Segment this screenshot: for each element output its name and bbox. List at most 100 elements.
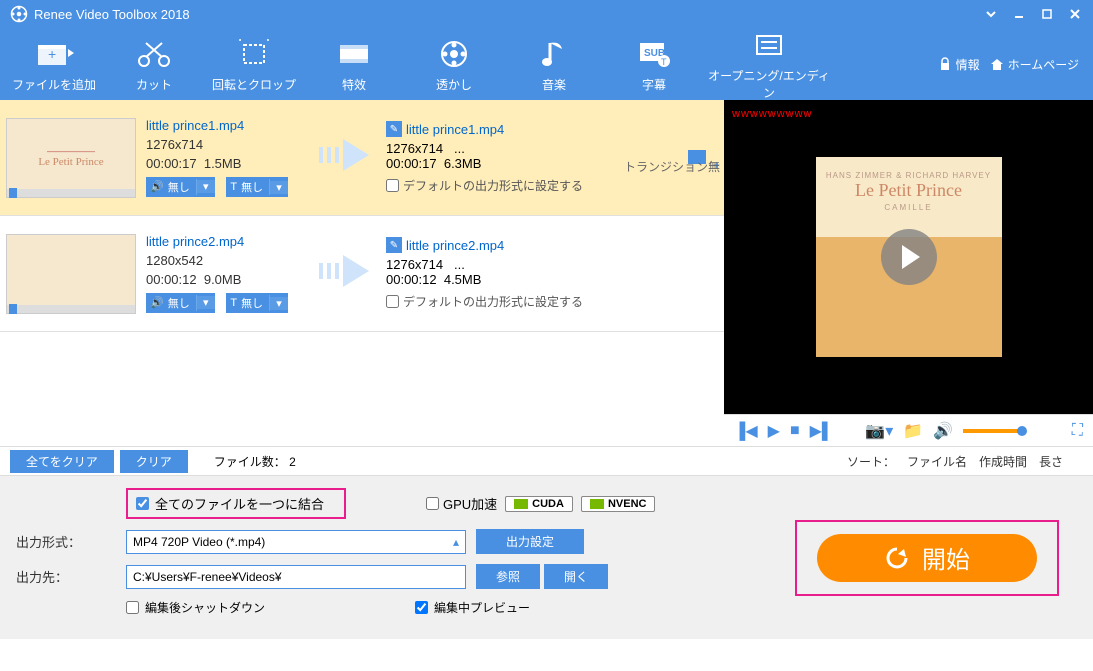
- sort-by-name[interactable]: ファイル名: [907, 453, 967, 470]
- home-icon: [990, 57, 1004, 71]
- combine-checkbox[interactable]: 全てのファイルを一つに結合: [126, 488, 346, 519]
- fullscreen-button[interactable]: ⛶: [1072, 422, 1083, 440]
- preview-overlay-text: wwwwwwwww: [732, 108, 813, 120]
- effects-button[interactable]: 特效: [304, 36, 404, 93]
- subtitle-icon: SUBT: [604, 36, 704, 72]
- format-label: 出力形式：: [16, 532, 126, 551]
- music-button[interactable]: 音楽: [504, 36, 604, 93]
- toolbar-label: 音楽: [504, 76, 604, 93]
- play-button[interactable]: ▶: [768, 421, 780, 441]
- edit-icon[interactable]: ✎: [386, 121, 402, 137]
- thumbnail: [6, 234, 136, 314]
- file-row[interactable]: little prince2.mp4 1280x542 00:00:12 9.0…: [0, 216, 724, 332]
- file-list: ―――――― Le Petit Prince little prince1.mp…: [0, 100, 724, 446]
- snapshot-button[interactable]: 📷▾: [865, 421, 893, 441]
- trim-slider[interactable]: [7, 305, 135, 313]
- prev-button[interactable]: ▐◀: [734, 421, 758, 441]
- bottom-panel: 全てのファイルを一つに結合 GPU加速 CUDA NVENC 出力形式： MP4…: [0, 476, 1093, 639]
- start-highlight: 開始: [795, 520, 1059, 596]
- app-title: Renee Video Toolbox 2018: [34, 7, 977, 22]
- homepage-link[interactable]: ホームページ: [990, 56, 1079, 73]
- file-name: little prince2.mp4: [146, 234, 326, 249]
- next-button[interactable]: ▶▌: [810, 421, 834, 441]
- cut-button[interactable]: カット: [104, 36, 204, 93]
- svg-text:+: +: [48, 46, 56, 62]
- close-button[interactable]: [1061, 4, 1089, 24]
- reel-icon: [404, 36, 504, 72]
- output-settings-button[interactable]: 出力設定: [476, 529, 584, 554]
- titlebar: Renee Video Toolbox 2018: [0, 0, 1093, 28]
- volume-icon[interactable]: 🔊: [933, 421, 953, 441]
- lock-icon: [938, 57, 952, 71]
- audio-dropdown[interactable]: 🔊 無し▾: [146, 293, 215, 313]
- open-folder-button[interactable]: 📁: [903, 421, 923, 441]
- output-name: little prince1.mp4: [406, 122, 504, 137]
- toolbar-label: 透かし: [404, 76, 504, 93]
- start-button[interactable]: 開始: [817, 534, 1037, 582]
- dropdown-button[interactable]: [977, 4, 1005, 24]
- add-file-button[interactable]: + ファイルを追加: [4, 36, 104, 93]
- file-resolution: 1280x542: [146, 253, 326, 268]
- trim-slider[interactable]: [7, 189, 135, 197]
- file-count: 2: [289, 455, 296, 469]
- crop-icon: [204, 36, 304, 72]
- edit-icon[interactable]: ✎: [386, 237, 402, 253]
- refresh-icon: [884, 545, 910, 571]
- arrow-icon: [326, 139, 386, 176]
- file-resolution: 1276x714: [146, 137, 326, 152]
- file-name: little prince1.mp4: [146, 118, 326, 133]
- dest-input[interactable]: C:¥Users¥F-renee¥Videos¥: [126, 565, 466, 589]
- app-logo-icon: [10, 5, 28, 23]
- svg-text:T: T: [661, 57, 667, 67]
- add-file-icon: +: [4, 36, 104, 72]
- main-toolbar: + ファイルを追加 カット 回転とクロップ 特效 透かし 音楽 SUBT 字幕 …: [0, 28, 1093, 100]
- audio-dropdown[interactable]: 🔊 無し▾: [146, 177, 215, 197]
- preview-panel: wwwwwwwww HANS ZIMMER & RICHARD HARVEY L…: [724, 100, 1093, 414]
- clear-button[interactable]: クリア: [120, 450, 188, 473]
- sort-by-length[interactable]: 長さ: [1039, 453, 1063, 470]
- music-note-icon: [504, 36, 604, 72]
- preview-image: HANS ZIMMER & RICHARD HARVEY Le Petit Pr…: [816, 157, 1002, 357]
- shutdown-checkbox[interactable]: 編集後シャットダウン: [126, 599, 265, 616]
- text-dropdown[interactable]: T 無し▾: [226, 293, 288, 313]
- toolbar-label: 特效: [304, 76, 404, 93]
- scissors-icon: [104, 36, 204, 72]
- nvenc-badge: NVENC: [581, 496, 656, 512]
- list-icon: [704, 27, 834, 63]
- toolbar-label: 字幕: [604, 76, 704, 93]
- opening-ending-button[interactable]: オープニング/エンディン: [704, 27, 834, 101]
- arrow-icon: [326, 255, 386, 292]
- sort-by-ctime[interactable]: 作成時間: [979, 453, 1027, 470]
- default-format-checkbox[interactable]: デフォルトの出力形式に設定する: [386, 293, 586, 310]
- maximize-button[interactable]: [1033, 4, 1061, 24]
- default-format-checkbox[interactable]: デフォルトの出力形式に設定する: [386, 177, 586, 194]
- transition-label: トランジション無: [624, 158, 720, 175]
- play-overlay-button[interactable]: [881, 229, 937, 285]
- volume-slider[interactable]: [963, 429, 1023, 433]
- preview-edit-checkbox[interactable]: 編集中プレビュー: [415, 599, 530, 616]
- preview-controls: ▐◀ ▶ ■ ▶▌ 📷▾ 📁 🔊 ⛶: [724, 414, 1093, 446]
- dest-label: 出力先：: [16, 567, 126, 586]
- browse-button[interactable]: 参照: [476, 564, 540, 589]
- watermark-button[interactable]: 透かし: [404, 36, 504, 93]
- film-icon: [304, 36, 404, 72]
- format-select[interactable]: MP4 720P Video (*.mp4)▴: [126, 530, 466, 554]
- list-bar: 全てをクリア クリア ファイル数： 2 ソート： ファイル名 作成時間 長さ: [0, 446, 1093, 476]
- text-dropdown[interactable]: T 無し▾: [226, 177, 288, 197]
- toolbar-label: 回転とクロップ: [204, 76, 304, 93]
- stop-button[interactable]: ■: [790, 422, 800, 440]
- toolbar-label: オープニング/エンディン: [704, 67, 834, 101]
- file-row[interactable]: ―――――― Le Petit Prince little prince1.mp…: [0, 100, 724, 216]
- thumbnail: ―――――― Le Petit Prince: [6, 118, 136, 198]
- toolbar-label: カット: [104, 76, 204, 93]
- subtitle-button[interactable]: SUBT 字幕: [604, 36, 704, 93]
- minimize-button[interactable]: [1005, 4, 1033, 24]
- gpu-checkbox[interactable]: GPU加速: [426, 494, 497, 513]
- toolbar-label: ファイルを追加: [4, 76, 104, 93]
- rotate-crop-button[interactable]: 回転とクロップ: [204, 36, 304, 93]
- cuda-badge: CUDA: [505, 496, 573, 512]
- output-name: little prince2.mp4: [406, 238, 504, 253]
- info-link[interactable]: 情報: [938, 56, 980, 73]
- clear-all-button[interactable]: 全てをクリア: [10, 450, 114, 473]
- open-button[interactable]: 開く: [544, 564, 608, 589]
